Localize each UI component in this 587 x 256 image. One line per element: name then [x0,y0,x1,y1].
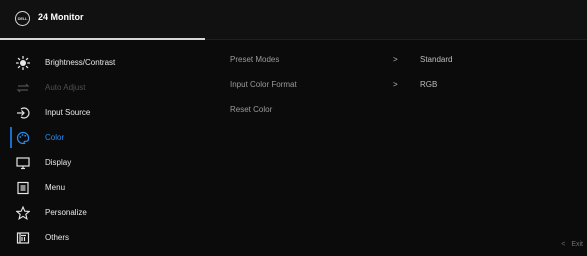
main-menu: Brightness/Contrast Auto Adjust Input So… [0,50,205,250]
monitor-osd: DELL 24 Monitor Brightness/Contrast Auto… [0,0,587,256]
brightness-icon [16,55,30,70]
color-settings-panel: Preset Modes > Standard Input Color Form… [230,52,560,127]
menu-label: Personalize [45,208,87,217]
menu-item-others[interactable]: Others [0,225,205,250]
option-label: Input Color Format [230,80,297,89]
osd-header: DELL 24 Monitor [0,0,587,39]
menu-item-personalize[interactable]: Personalize [0,200,205,225]
menu-item-auto-adjust[interactable]: Auto Adjust [0,75,205,100]
menu-label: Others [45,233,70,242]
option-preset-modes[interactable]: Preset Modes > Standard [230,52,560,77]
exit-button[interactable]: < Exit [561,241,583,248]
chevron-left-icon: < [561,241,566,248]
dell-logo: DELL [15,11,30,26]
osd-title: 24 Monitor [38,12,84,22]
option-label: Reset Color [230,105,273,114]
color-palette-icon [16,131,30,145]
chevron-right-icon: > [393,55,398,64]
menu-item-brightness-contrast[interactable]: Brightness/Contrast [0,50,205,75]
option-reset-color[interactable]: Reset Color [230,102,560,127]
chevron-right-icon: > [393,80,398,89]
menu-icon [16,181,30,195]
option-label: Preset Modes [230,55,280,64]
exit-label: Exit [571,241,583,248]
header-accent-bar [0,38,205,40]
menu-label: Input Source [45,108,91,117]
menu-label: Color [45,133,65,142]
option-value: RGB [420,80,438,89]
input-source-icon [16,106,30,120]
others-icon [16,231,30,245]
menu-item-color[interactable]: Color [0,125,205,150]
option-input-color-format[interactable]: Input Color Format > RGB [230,77,560,102]
menu-item-menu[interactable]: Menu [0,175,205,200]
menu-item-input-source[interactable]: Input Source [0,100,205,125]
menu-label: Display [45,158,72,167]
menu-label: Auto Adjust [45,83,86,92]
menu-label: Brightness/Contrast [45,58,116,67]
star-icon [16,205,30,220]
menu-label: Menu [45,183,66,192]
auto-adjust-icon [16,81,30,95]
option-value: Standard [420,55,453,64]
menu-item-display[interactable]: Display [0,150,205,175]
display-icon [16,156,30,170]
